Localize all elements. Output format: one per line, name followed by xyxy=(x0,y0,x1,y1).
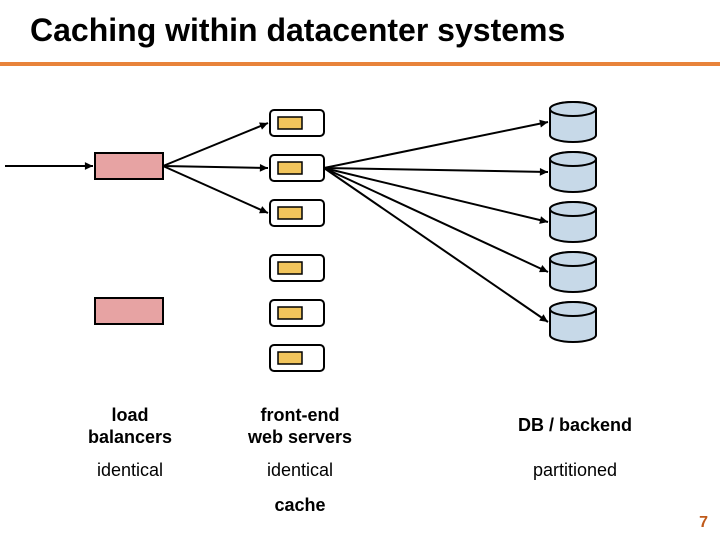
cache-icon xyxy=(278,162,302,174)
connector-arrow xyxy=(163,166,268,213)
connector-arrow xyxy=(324,168,548,272)
label-load-balancers: loadbalancers xyxy=(75,405,185,448)
cache-icon xyxy=(278,262,302,274)
connector-arrow xyxy=(324,168,548,224)
sublabel-load-balancers: identical xyxy=(75,460,185,482)
slide-title: Caching within datacenter systems xyxy=(30,12,565,49)
connector-arrow xyxy=(163,122,268,166)
page-number: 7 xyxy=(699,514,708,532)
web-server-icon xyxy=(270,300,324,326)
cache-icon xyxy=(278,352,302,364)
database-icon xyxy=(550,152,596,192)
connector-arrow xyxy=(324,168,548,322)
web-server-icon xyxy=(270,200,324,226)
connector-arrow xyxy=(5,162,93,170)
sublabel-cache: cache xyxy=(235,495,365,517)
label-web-servers: front-endweb servers xyxy=(235,405,365,448)
label-backend: DB / backend xyxy=(500,415,650,437)
title-underline xyxy=(0,62,720,66)
connector-arrow xyxy=(324,168,548,176)
web-server-icon xyxy=(270,255,324,281)
load-balancer-icon xyxy=(95,153,163,179)
architecture-diagram xyxy=(0,80,720,400)
web-server-icon xyxy=(270,110,324,136)
sublabel-web-servers: identical xyxy=(235,460,365,482)
web-server-icon xyxy=(270,155,324,181)
database-icon xyxy=(550,252,596,292)
load-balancer-icon xyxy=(95,298,163,324)
database-icon xyxy=(550,102,596,142)
connector-arrow xyxy=(163,164,268,172)
cache-icon xyxy=(278,307,302,319)
cache-icon xyxy=(278,207,302,219)
database-icon xyxy=(550,302,596,342)
web-server-icon xyxy=(270,345,324,371)
connector-arrow xyxy=(324,120,548,168)
sublabel-backend: partitioned xyxy=(500,460,650,482)
database-icon xyxy=(550,202,596,242)
cache-icon xyxy=(278,117,302,129)
